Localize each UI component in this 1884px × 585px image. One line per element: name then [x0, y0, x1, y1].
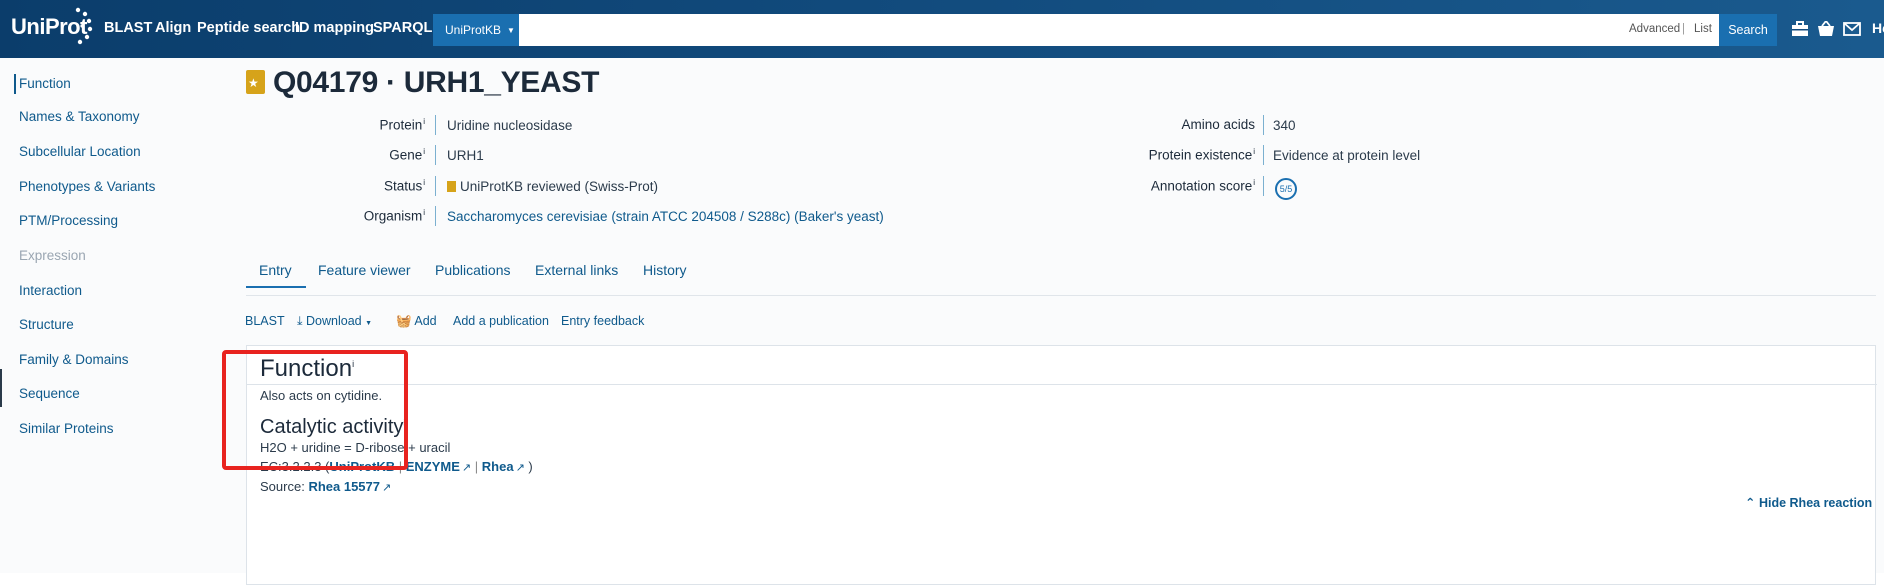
add-to-basket-action[interactable]: 🧺 Add: [396, 314, 437, 329]
sidebar-item-interaction[interactable]: Interaction: [19, 283, 82, 298]
nav-blast[interactable]: BLAST: [104, 20, 152, 36]
gene-value: URH1: [447, 148, 484, 163]
help-link[interactable]: He: [1872, 20, 1884, 36]
divider: [435, 206, 436, 226]
tab-publications[interactable]: Publications: [435, 262, 511, 278]
scroll-position-indicator: [0, 369, 2, 407]
logo-dots-icon: [75, 7, 93, 45]
divider: [435, 176, 436, 196]
toolbox-icon[interactable]: [1791, 21, 1809, 37]
nav-peptide-search[interactable]: Peptide search: [197, 20, 300, 36]
tab-external-links[interactable]: External links: [535, 262, 618, 278]
entry-feedback-action[interactable]: Entry feedback: [561, 314, 644, 328]
highlight-annotation-box: [222, 350, 408, 470]
info-icon[interactable]: i: [423, 208, 425, 217]
divider: [1263, 115, 1264, 135]
sidebar-item-function[interactable]: Function: [19, 76, 71, 91]
info-icon[interactable]: i: [423, 117, 425, 126]
rhea-source-link[interactable]: Rhea 15577: [308, 479, 380, 494]
divider: [435, 115, 436, 135]
info-icon[interactable]: i: [423, 147, 425, 156]
sidebar-item-names-taxonomy[interactable]: Names & Taxonomy: [19, 109, 140, 124]
sidebar-item-expression: Expression: [19, 248, 86, 263]
sidebar-item-phenotypes-variants[interactable]: Phenotypes & Variants: [19, 179, 155, 194]
reviewed-badge-icon: [447, 181, 456, 192]
tab-history[interactable]: History: [643, 262, 687, 278]
sidebar-item-family-domains[interactable]: Family & Domains: [19, 352, 129, 367]
active-tab-indicator: [246, 286, 306, 288]
protein-label: Proteini: [379, 117, 425, 133]
source-line: Source: Rhea 15577 ↗: [260, 479, 392, 494]
sidebar-item-similar-proteins[interactable]: Similar Proteins: [19, 421, 114, 436]
amino-acids-label: Amino acids: [1181, 117, 1255, 132]
basket-icon[interactable]: [1817, 21, 1835, 37]
protein-existence-label: Protein existencei: [1148, 147, 1255, 163]
annotation-score-label: Annotation scorei: [1150, 178, 1255, 194]
chevron-up-icon: ⌃: [1745, 496, 1756, 510]
tabs-divider: [246, 295, 1876, 296]
top-header: UniProt BLAST Align Peptide search ID ma…: [0, 0, 1884, 58]
rhea-link[interactable]: Rhea: [482, 459, 514, 474]
divider: [247, 384, 1877, 385]
tab-entry[interactable]: Entry: [259, 262, 292, 278]
chevron-down-icon: ▼: [507, 25, 515, 35]
external-link-icon: ↗: [461, 462, 472, 474]
page-title: Q04179 · URH1_YEAST: [273, 66, 600, 99]
nav-sparql[interactable]: SPARQL: [373, 20, 432, 36]
add-publication-action[interactable]: Add a publication: [453, 314, 549, 328]
sidebar-item-sequence[interactable]: Sequence: [19, 386, 80, 401]
status-label: Statusi: [383, 178, 425, 194]
nav-align[interactable]: Align: [155, 20, 191, 36]
active-section-indicator: [14, 74, 16, 94]
status-value: UniProtKB reviewed (Swiss-Prot): [447, 179, 658, 194]
advanced-search-link[interactable]: Advanced: [1629, 23, 1680, 35]
sidebar-item-subcellular-location[interactable]: Subcellular Location: [19, 144, 141, 159]
search-separator: |: [1682, 23, 1685, 35]
list-search-link[interactable]: List: [1694, 23, 1712, 35]
annotation-score-badge[interactable]: 5/5: [1275, 178, 1297, 200]
protein-existence-value: Evidence at protein level: [1273, 148, 1421, 163]
external-link-icon: ↗: [382, 482, 392, 494]
gene-label: Genei: [389, 147, 425, 163]
divider: [1263, 176, 1264, 196]
enzyme-link[interactable]: ENZYME: [406, 459, 460, 474]
function-section: Functioni Also acts on cytidine. Catalyt…: [246, 345, 1877, 585]
sidebar-item-ptm-processing[interactable]: PTM/Processing: [19, 213, 118, 228]
organism-label: Organismi: [363, 208, 425, 224]
divider: [435, 145, 436, 165]
basket-icon: 🧺: [396, 314, 412, 328]
tab-feature-viewer[interactable]: Feature viewer: [318, 262, 411, 278]
sidebar-item-structure[interactable]: Structure: [19, 317, 74, 332]
divider: [1263, 145, 1264, 165]
info-icon[interactable]: i: [1253, 147, 1255, 156]
protein-name-value: Uridine nucleosidase: [447, 118, 573, 133]
blast-action[interactable]: BLAST: [245, 314, 285, 328]
download-icon: ⤓: [297, 314, 303, 328]
organism-link[interactable]: Saccharomyces cerevisiae (strain ATCC 20…: [447, 209, 884, 224]
reviewed-entry-icon: [246, 70, 265, 94]
search-input[interactable]: Advanced | List: [519, 14, 1719, 46]
database-select[interactable]: UniProtKB ▼: [433, 14, 519, 46]
amino-acids-value: 340: [1273, 118, 1296, 133]
chevron-down-icon: ▼: [365, 320, 373, 327]
download-action[interactable]: ⤓ Download ▼: [297, 314, 372, 329]
mail-icon[interactable]: [1843, 21, 1861, 37]
info-icon[interactable]: i: [423, 178, 425, 187]
external-link-icon: ↗: [515, 462, 525, 474]
info-icon[interactable]: i: [1253, 178, 1255, 187]
nav-id-mapping[interactable]: ID mapping: [295, 20, 374, 36]
database-select-label: UniProtKB: [445, 23, 502, 37]
main-content: Function Names & Taxonomy Subcellular Lo…: [0, 58, 1884, 585]
search-button[interactable]: Search: [1719, 14, 1777, 46]
hide-rhea-reaction-button[interactable]: ⌃ Hide Rhea reaction: [1745, 495, 1872, 510]
